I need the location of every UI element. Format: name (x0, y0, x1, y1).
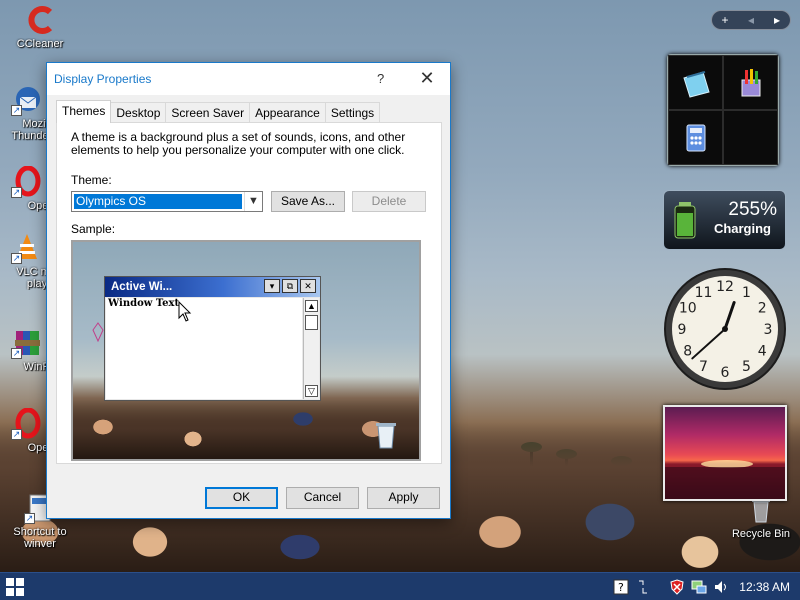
tab-themes[interactable]: Themes (56, 100, 112, 123)
sample-recycle-bin-icon (376, 423, 396, 449)
close-button[interactable]: ✕ (417, 68, 437, 90)
calculator-gadget-icon[interactable] (668, 110, 723, 165)
theme-description: A theme is a background plus a set of so… (71, 130, 406, 157)
opera-icon: ↗ (11, 407, 43, 440)
desktop-icon-ccleaner[interactable]: CCleaner (3, 4, 77, 50)
sample-label: Sample: (71, 222, 116, 236)
tab-settings[interactable]: Settings (324, 102, 381, 123)
clock-number: 2 (758, 301, 767, 317)
delete-button[interactable]: Delete (352, 191, 426, 212)
ccleaner-icon (24, 4, 56, 36)
theme-label: Theme: (71, 173, 112, 187)
clock-number: 5 (742, 359, 751, 375)
clock-number: 9 (678, 322, 687, 338)
add-gadget-button[interactable]: + (715, 13, 735, 27)
shortcut-arrow-icon: ↗ (11, 348, 22, 359)
network-tray-icon[interactable] (635, 579, 651, 595)
clock-number: 3 (764, 322, 773, 338)
display-properties-dialog: Display Properties ? ✕ Themes Desktop Sc… (46, 62, 451, 519)
mouse-cursor-icon (178, 301, 192, 322)
window-title: Display Properties (54, 72, 152, 86)
cancel-button[interactable]: Cancel (286, 487, 359, 509)
sample-scrollbar: ▲ ▽ (303, 298, 319, 399)
title-bar[interactable]: Display Properties ? ✕ (47, 63, 450, 95)
ok-button[interactable]: OK (205, 487, 278, 509)
opera-icon: ↗ (11, 165, 43, 198)
notepad-gadget-icon[interactable] (668, 55, 723, 110)
theme-select[interactable]: Olympics OS ▼ (71, 191, 263, 212)
taskbar: ? 12:38 AM (0, 572, 800, 600)
themes-panel: A theme is a background plus a set of so… (56, 122, 442, 464)
sample-window-text: Window Text (108, 298, 180, 309)
shortcut-arrow-icon: ↗ (11, 253, 22, 264)
system-tray: ? 12:38 AM (613, 573, 800, 600)
close-icon: ✕ (300, 279, 316, 293)
theme-sample-preview: Active Wi... ▾ ⧉ ✕ Window Text ▲ ▽ (71, 240, 421, 461)
tab-desktop[interactable]: Desktop (110, 102, 167, 123)
scroll-thumb (305, 315, 318, 330)
maximize-icon: ⧉ (282, 279, 298, 293)
clock-number: 1 (742, 285, 751, 301)
paint-gadget-icon[interactable] (723, 55, 778, 110)
next-gadget-button[interactable]: ▸ (767, 13, 787, 27)
chevron-down-icon[interactable]: ▼ (244, 192, 262, 211)
sample-wallpaper (73, 399, 419, 459)
thunderbird-icon: ↗ (11, 84, 43, 116)
battery-percent: 255% (728, 199, 777, 220)
shortcut-arrow-icon: ↗ (11, 429, 22, 440)
tab-appearance[interactable]: Appearance (249, 102, 326, 123)
desktop-icon-label: Recycle Bin (731, 528, 791, 540)
gadget-toolbar: + ◂ ▸ (711, 10, 791, 30)
minimize-icon: ▾ (264, 279, 280, 293)
desktop-icon-label: CCleaner (16, 38, 64, 50)
clock-number: 12 (716, 279, 734, 295)
clock-gadget: 1 2 3 4 5 6 7 8 9 10 11 12 (662, 266, 788, 392)
tab-screen-saver[interactable]: Screen Saver (165, 102, 251, 123)
empty-launcher-slot (723, 110, 778, 165)
shortcut-arrow-icon: ↗ (11, 187, 22, 198)
theme-select-value: Olympics OS (73, 193, 243, 210)
apply-button[interactable]: Apply (367, 487, 440, 509)
clock-number: 6 (721, 365, 730, 381)
clock-number: 7 (699, 359, 708, 375)
sample-desktop-icon (92, 322, 104, 342)
shortcut-arrow-icon: ↗ (11, 105, 22, 116)
start-button-windows-icon[interactable] (5, 577, 25, 597)
svg-text:?: ? (618, 581, 624, 594)
winrar-icon: ↗ (11, 327, 43, 359)
save-as-button[interactable]: Save As... (271, 191, 345, 212)
clock-number: 8 (683, 344, 692, 360)
sample-window-body: Window Text (106, 298, 302, 399)
tab-strip: Themes Desktop Screen Saver Appearance S… (56, 100, 381, 123)
battery-status: Charging (713, 221, 771, 236)
desktop-icon-label: Shortcut to (13, 526, 67, 538)
desktop-icon-label: winver (24, 538, 56, 550)
battery-gadget: 255% Charging (663, 190, 786, 250)
vlc-icon: ↗ (11, 232, 43, 264)
shortcut-arrow-icon: ↗ (24, 513, 35, 524)
security-shield-icon[interactable] (669, 579, 685, 595)
slideshow-gadget-sunset[interactable] (663, 405, 787, 501)
clock-number: 10 (679, 301, 697, 317)
clock-time[interactable]: 12:38 AM (739, 580, 790, 594)
scroll-up-icon: ▲ (305, 300, 318, 312)
battery-icon (674, 202, 696, 239)
clock-number: 4 (758, 344, 767, 360)
help-tray-icon[interactable]: ? (613, 579, 629, 595)
app-launcher-gadget (667, 54, 779, 166)
clock-number: 11 (695, 285, 713, 301)
speaker-tray-icon[interactable] (713, 579, 729, 595)
scroll-down-icon: ▽ (305, 385, 318, 397)
help-button[interactable]: ? (377, 71, 384, 86)
sample-active-window: Active Wi... ▾ ⧉ ✕ Window Text ▲ ▽ (104, 276, 321, 401)
previous-gadget-button[interactable]: ◂ (741, 13, 761, 27)
display-tray-icon[interactable] (691, 579, 707, 595)
sample-window-controls: ▾ ⧉ ✕ (264, 279, 316, 293)
